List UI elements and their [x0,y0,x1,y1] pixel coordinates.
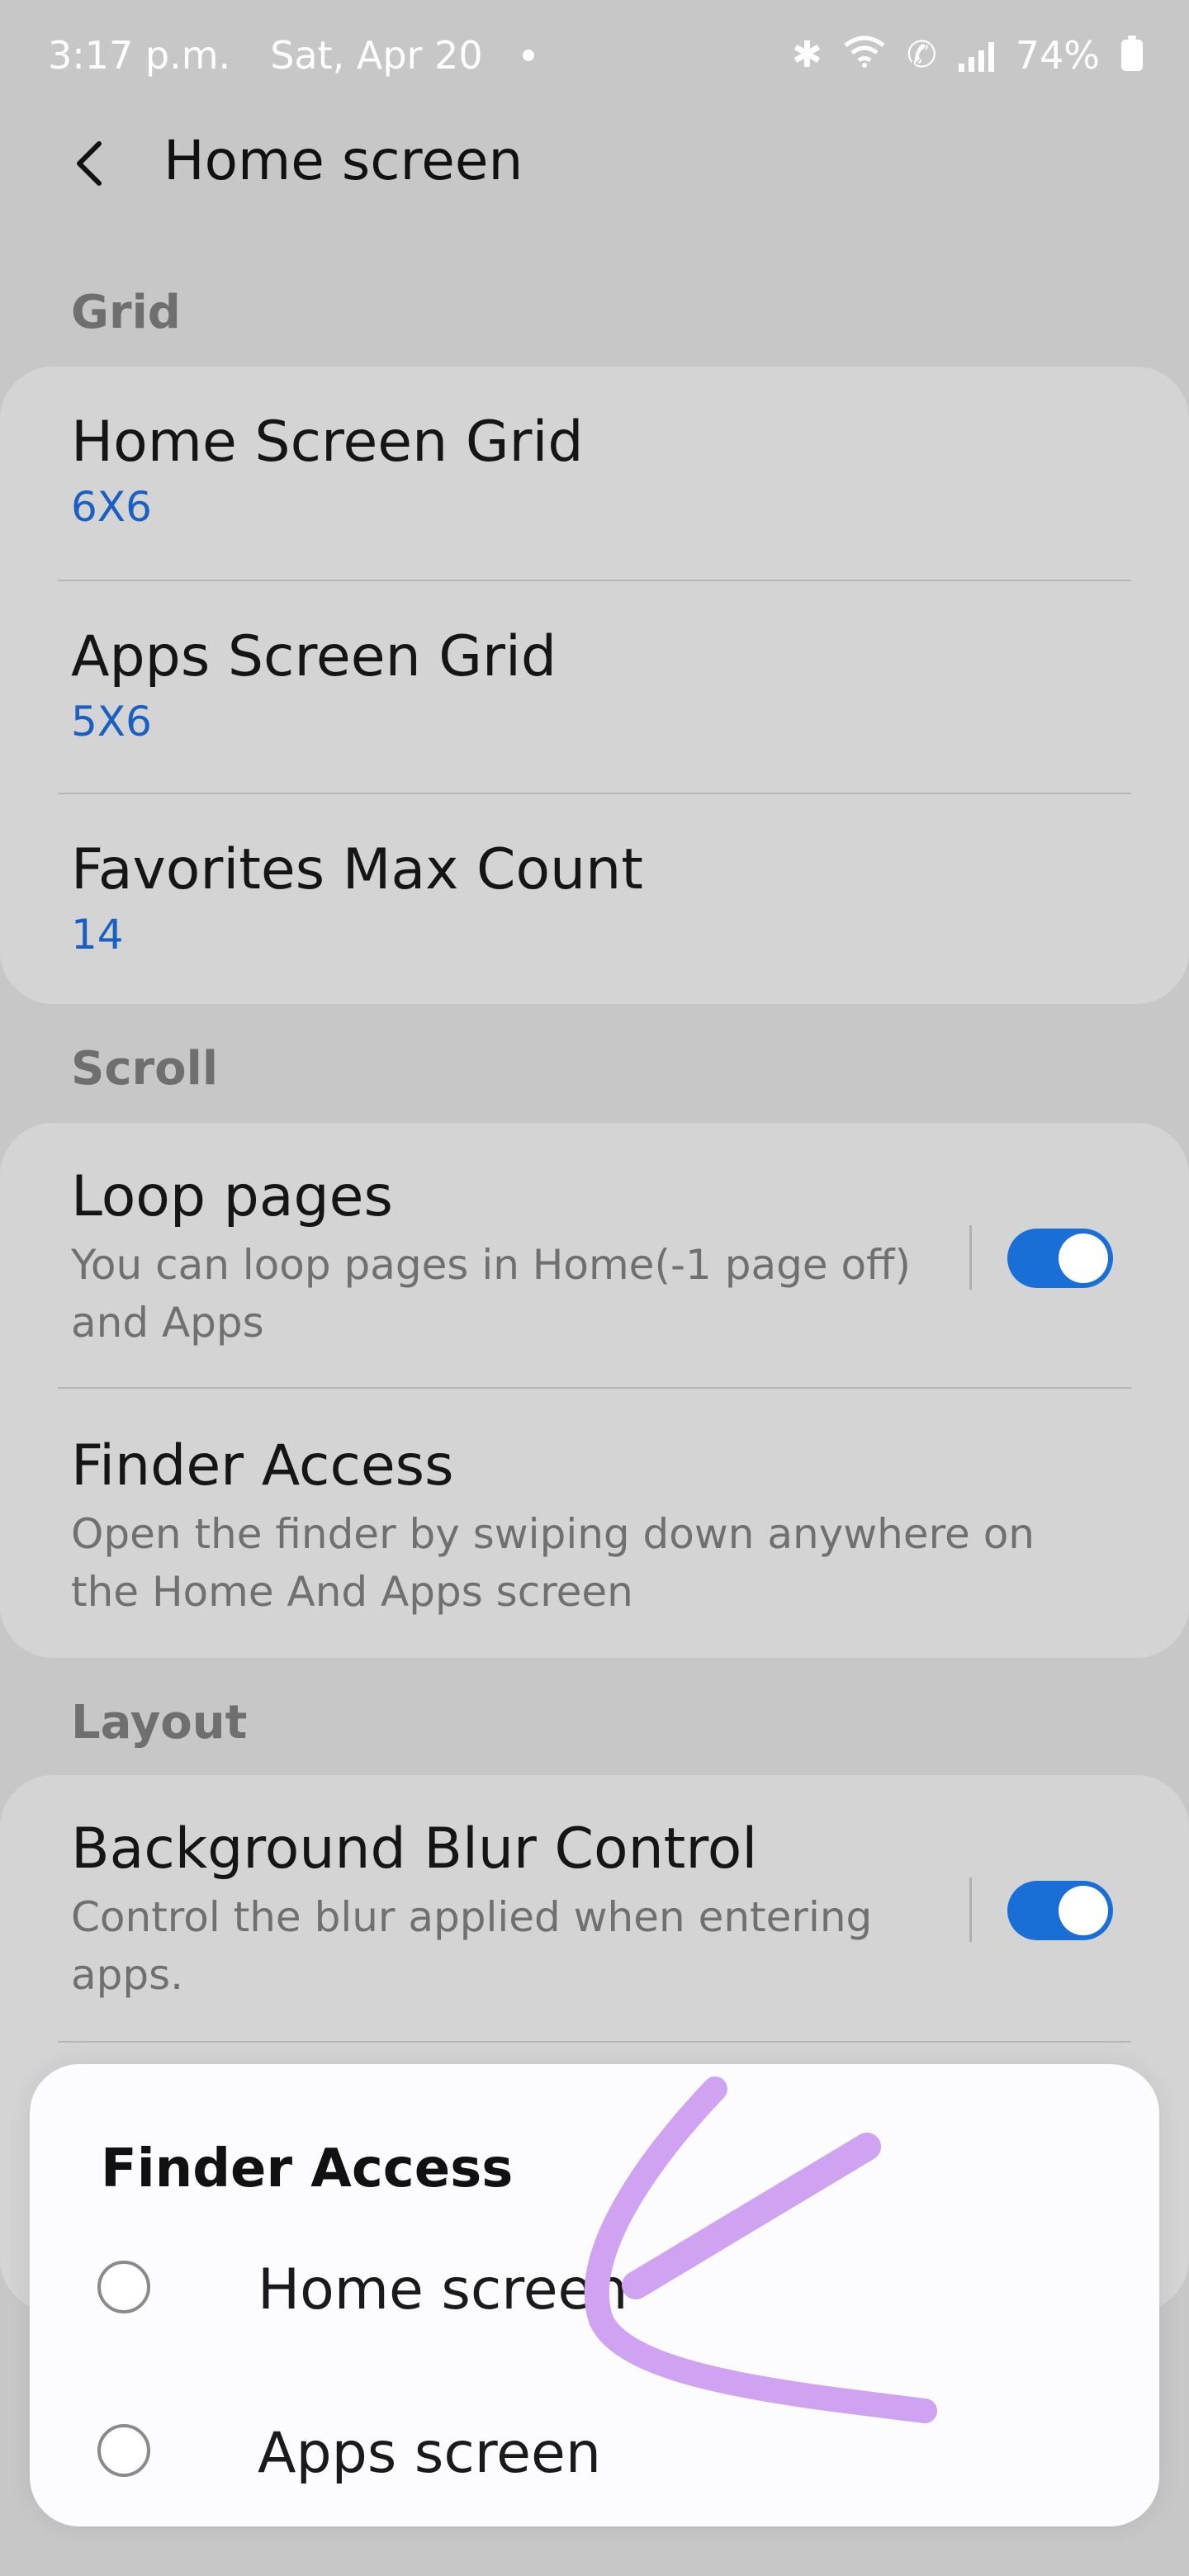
app-header: Home screen [0,116,1189,215]
item-value: 6X6 [71,483,152,531]
status-time: 3:17 p.m. [48,33,231,78]
finder-access-item[interactable]: Finder Access Open the finder by swiping… [71,1433,1118,1621]
section-label-scroll: Scroll [71,1042,219,1096]
grid-card: Home Screen Grid 6X6 Apps Screen Grid 5X… [0,367,1189,1004]
scroll-card: Loop pages You can loop pages in Home(-1… [0,1123,1189,1658]
toggle-separator [969,1225,972,1290]
home-screen-grid-item[interactable]: Home Screen Grid 6X6 [71,410,1118,531]
option-apps-screen[interactable]: Apps screen [97,2403,1088,2502]
divider [58,2041,1131,2043]
item-value: 5X6 [71,698,152,746]
back-arrow-icon [77,141,102,186]
toggle-knob [1059,1234,1108,1283]
battery-percentage: 74% [1015,33,1100,78]
battery-icon [1121,36,1143,71]
signal-icon [958,39,994,72]
notification-dot-icon [522,50,534,61]
item-title: Background Blur Control [71,1816,758,1882]
option-home-screen[interactable]: Home screen [97,2239,1088,2338]
status-bar: 3:17 p.m. Sat, Apr 20 ✱ ✆ 74% [0,0,1189,116]
page-title: Home screen [163,129,523,192]
favorites-max-count-item[interactable]: Favorites Max Count 14 [71,837,1118,959]
divider [58,793,1131,794]
item-description: Control the blur applied when entering a… [71,1893,873,1999]
section-label-grid: Grid [71,286,181,339]
bluetooth-icon: ✱ [792,34,822,76]
radio-button[interactable] [97,2424,150,2477]
section-label-layout: Layout [71,1696,248,1750]
item-title: Finder Access [71,1433,454,1499]
toggle-separator [969,1878,972,1942]
back-button[interactable] [59,130,126,197]
finder-access-dialog: Finder Access Home screen Apps screen [30,2064,1159,2526]
loop-pages-item[interactable]: Loop pages You can loop pages in Home(-1… [71,1164,1118,1352]
toggle-knob [1059,1886,1108,1935]
item-title: Loop pages [71,1164,393,1229]
background-blur-toggle[interactable] [1007,1881,1113,1940]
wifi-icon [844,36,885,75]
dialog-title: Finder Access [101,2138,514,2200]
loop-pages-toggle[interactable] [1007,1229,1113,1288]
option-label: Apps screen [258,2421,601,2486]
status-date: Sat, Apr 20 [270,33,483,78]
item-description: Open the finder by swiping down anywhere… [71,1510,1035,1616]
radio-button[interactable] [97,2261,150,2313]
option-label: Home screen [258,2257,628,2323]
wifi-calling-icon: ✆ [906,34,937,76]
apps-screen-grid-item[interactable]: Apps Screen Grid 5X6 [71,624,1118,746]
item-title: Apps Screen Grid [71,624,557,689]
divider [58,580,1131,581]
item-title: Home Screen Grid [71,410,584,475]
item-value: 14 [71,911,124,959]
background-blur-item[interactable]: Background Blur Control Control the blur… [71,1816,1118,2004]
divider [58,1387,1131,1389]
item-title: Favorites Max Count [71,837,643,902]
item-description: You can loop pages in Home(-1 page off) … [71,1241,912,1347]
